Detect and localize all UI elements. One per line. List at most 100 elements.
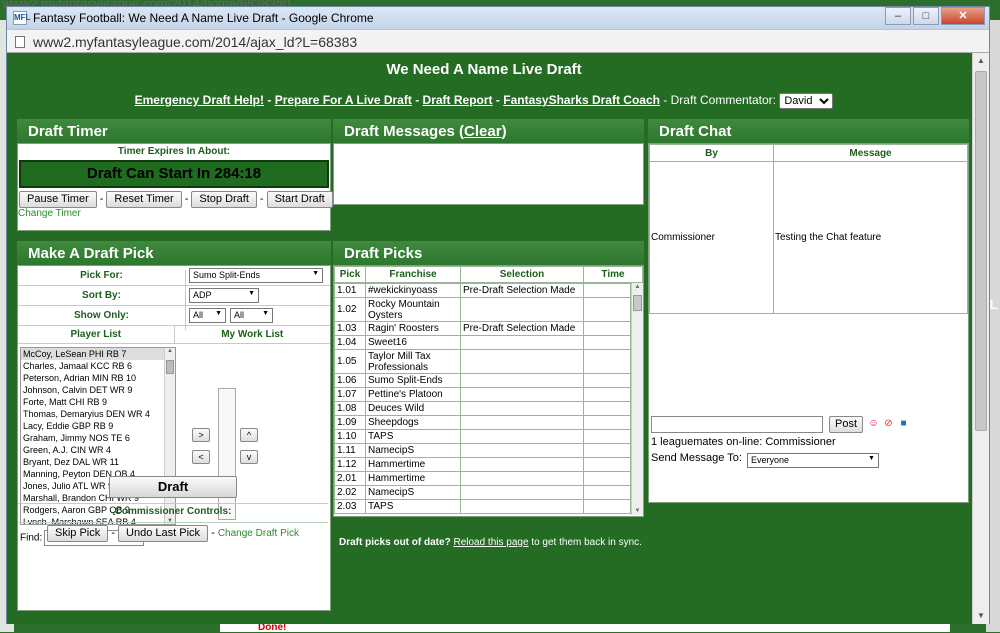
emoticon-icon[interactable]: ☺: [867, 417, 880, 430]
draft-pick-selection: [460, 349, 584, 374]
draft-pick-pick: 1.09: [334, 415, 366, 430]
remove-from-work-list-button[interactable]: <: [192, 450, 210, 464]
draft-pick-row: 1.07 Pettine's Platoon: [334, 387, 631, 402]
scroll-up-icon[interactable]: ▲: [165, 348, 175, 354]
page-scrollbar[interactable]: ▲ ▼: [972, 53, 989, 624]
draft-coach-link[interactable]: FantasySharks Draft Coach: [503, 93, 660, 107]
page-title: We Need A Name Live Draft: [386, 61, 582, 78]
work-list[interactable]: [218, 388, 236, 520]
prepare-draft-link[interactable]: Prepare For A Live Draft: [275, 93, 412, 107]
emergency-help-link[interactable]: Emergency Draft Help!: [135, 93, 264, 107]
player-list-item[interactable]: Forte, Matt CHI RB 9: [21, 396, 175, 408]
draft-pick-selection: [460, 485, 584, 500]
player-list[interactable]: McCoy, LeSean PHI RB 7 Charles, Jamaal KC…: [20, 347, 176, 525]
draft-pick-time: [583, 401, 631, 416]
draft-pick-time: [583, 471, 631, 486]
player-list-item[interactable]: Charles, Jamaal KCC RB 6: [21, 360, 175, 372]
draft-button[interactable]: Draft: [109, 476, 237, 498]
draft-pick-franchise: #wekickinyoass: [365, 283, 461, 298]
draft-picks-scrollbar[interactable]: ▲ ▼: [631, 283, 643, 515]
chat-row-message: Testing the Chat feature: [773, 161, 968, 314]
move-up-button[interactable]: ^: [240, 428, 258, 442]
draft-pick-franchise: Taylor Mill Tax Professionals: [365, 349, 461, 374]
chat-table: By Message Commissioner Testing the Chat…: [649, 144, 968, 314]
maximize-icon[interactable]: □: [913, 7, 939, 25]
pick-for-select[interactable]: Sumo Split-Ends ▼: [189, 268, 323, 283]
clear-messages-link[interactable]: Clear: [464, 123, 502, 140]
address-url[interactable]: www2.myfantasyleague.com/2014/ajax_ld?L=…: [33, 34, 357, 50]
move-down-button[interactable]: v: [240, 450, 258, 464]
player-list-item[interactable]: Graham, Jimmy NOS TE 6: [21, 432, 175, 444]
commissioner-controls: Skip Pick - Undo Last Pick - Change Draf…: [18, 522, 328, 542]
out-of-date-notice: Draft picks out of date? Reload this pag…: [339, 537, 642, 548]
send-to-select[interactable]: Everyone ▼: [746, 453, 879, 468]
draft-pick-selection: [460, 443, 584, 458]
send-to-row: Send Message To: Everyone ▼: [651, 451, 879, 468]
draft-pick-selection: [460, 415, 584, 430]
background-edge-letter: L: [989, 296, 998, 312]
show-only-position-select[interactable]: All ▼: [189, 308, 226, 323]
draft-pick-franchise: TAPS: [365, 499, 461, 514]
draft-messages-heading: Draft Messages (Clear): [333, 119, 644, 143]
pause-timer-button[interactable]: Pause Timer: [19, 191, 97, 208]
draft-pick-time: [583, 499, 631, 514]
scroll-thumb[interactable]: [166, 360, 174, 374]
draft-pick-time: [583, 373, 631, 388]
draft-pick-time: [583, 335, 631, 350]
draft-pick-franchise: Sheepdogs: [365, 415, 461, 430]
stop-draft-button[interactable]: Stop Draft: [191, 191, 257, 208]
player-list-item[interactable]: Peterson, Adrian MIN RB 10: [21, 372, 175, 384]
draft-pick-selection: Pre-Draft Selection Made: [460, 321, 584, 336]
chat-message-input[interactable]: [651, 416, 823, 433]
draft-pick-pick: 2.01: [334, 471, 366, 486]
show-only-row: Show Only: All ▼ All ▼: [18, 306, 330, 330]
scroll-down-icon[interactable]: ▼: [973, 608, 989, 624]
draft-pick-pick: 1.10: [334, 429, 366, 444]
draft-pick-pick: 1.06: [334, 373, 366, 388]
sort-by-select[interactable]: ADP ▼: [189, 288, 259, 303]
window-title: Fantasy Football: We Need A Name Live Dr…: [33, 11, 374, 25]
video-icon[interactable]: ■: [897, 417, 910, 430]
minimize-icon[interactable]: –: [885, 7, 911, 25]
draft-pick-selection: [460, 429, 584, 444]
undo-last-pick-button[interactable]: Undo Last Pick: [118, 525, 209, 542]
draft-pick-pick: 1.04: [334, 335, 366, 350]
player-list-item[interactable]: Thomas, Demaryius DEN WR 4: [21, 408, 175, 420]
col-franchise: Franchise: [365, 266, 461, 283]
scroll-thumb[interactable]: [633, 295, 642, 311]
draft-pick-selection: [460, 471, 584, 486]
scroll-thumb[interactable]: [975, 71, 987, 431]
reload-page-link[interactable]: Reload this page: [453, 537, 528, 548]
player-list-item[interactable]: Johnson, Calvin DET WR 9: [21, 384, 175, 396]
skip-pick-button[interactable]: Skip Pick: [47, 525, 109, 542]
draft-pick-time: [583, 443, 631, 458]
commentator-select[interactable]: David: [779, 93, 834, 109]
draft-pick-row: 1.02 Rocky Mountain Oysters: [334, 297, 631, 322]
post-button[interactable]: Post: [829, 416, 863, 433]
change-draft-pick-link[interactable]: Change Draft Pick: [218, 528, 299, 539]
draft-messages-panel: [333, 143, 644, 205]
add-to-work-list-button[interactable]: >: [192, 428, 210, 442]
scroll-down-icon[interactable]: ▼: [632, 508, 643, 514]
window-titlebar[interactable]: MFL Fantasy Football: We Need A Name Liv…: [7, 7, 989, 29]
draft-pick-selection: [460, 335, 584, 350]
draft-report-link[interactable]: Draft Report: [423, 93, 493, 107]
scroll-up-icon[interactable]: ▲: [973, 53, 989, 69]
close-icon[interactable]: ✕: [941, 7, 985, 25]
mute-icon[interactable]: ⊘: [882, 417, 895, 430]
player-list-item[interactable]: Lacy, Eddie GBP RB 9: [21, 420, 175, 432]
start-draft-button[interactable]: Start Draft: [266, 191, 333, 208]
scroll-up-icon[interactable]: ▲: [632, 284, 643, 290]
reset-timer-button[interactable]: Reset Timer: [106, 191, 182, 208]
player-list-item[interactable]: Bryant, Dez DAL WR 11: [21, 456, 175, 468]
address-bar[interactable]: www2.myfantasyleague.com/2014/ajax_ld?L=…: [7, 29, 989, 53]
player-list-item[interactable]: McCoy, LeSean PHI RB 7: [21, 348, 175, 360]
draft-pick-selection: Pre-Draft Selection Made: [460, 283, 584, 298]
change-timer-link[interactable]: Change Timer: [18, 208, 330, 219]
show-only-team-select[interactable]: All ▼: [230, 308, 273, 323]
draft-picks-body: 1.01 #wekickinyoass Pre-Draft Selection Ma…: [334, 283, 631, 515]
draft-pick-pick: 1.01: [334, 283, 366, 298]
player-list-item[interactable]: Green, A.J. CIN WR 4: [21, 444, 175, 456]
header-links: Emergency Draft Help! - Prepare For A Li…: [7, 93, 961, 109]
draft-pick-franchise: Ragin' Roosters: [365, 321, 461, 336]
